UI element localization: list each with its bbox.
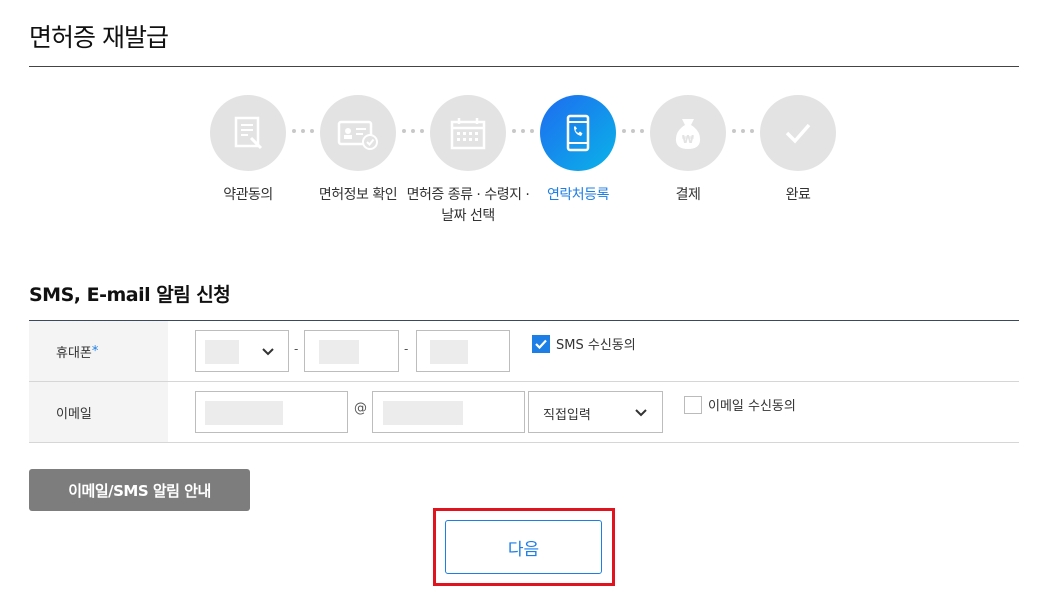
step-circle xyxy=(320,95,396,171)
step-label: 면허정보 확인 xyxy=(318,187,398,203)
sms-consent-label: SMS 수신동의 xyxy=(556,338,636,353)
phone-row: 휴대폰 * - - SMS 수신동의 xyxy=(29,321,1019,382)
email-domain-input[interactable] xyxy=(372,391,525,433)
email-label-cell: 이메일 xyxy=(29,382,168,442)
step-contact-registration: 연락처등록 xyxy=(518,95,638,206)
value-placeholder xyxy=(205,401,283,425)
step-label: 연락처등록 xyxy=(547,187,609,203)
step-terms-agreement: 약관동의 xyxy=(188,95,308,206)
phone-middle-input[interactable] xyxy=(304,330,399,372)
email-at-sign: @ xyxy=(354,401,367,416)
title-divider xyxy=(29,66,1019,67)
email-sms-notice-button[interactable]: 이메일/SMS 알림 안내 xyxy=(29,469,250,511)
next-button[interactable]: 다음 xyxy=(445,520,602,574)
calendar-icon xyxy=(450,118,486,150)
phone-last-input[interactable] xyxy=(416,330,510,372)
step-circle xyxy=(540,95,616,171)
page-title: 면허증 재발급 xyxy=(29,23,169,52)
chevron-down-icon xyxy=(635,409,647,417)
step-label: 결제 xyxy=(675,187,701,203)
phone-input-cell: - - SMS 수신동의 xyxy=(168,321,1019,381)
phone-separator: - xyxy=(404,342,409,356)
step-complete: 완료 xyxy=(738,95,858,206)
progress-steps: 약관동의 면허정보 확인 면허증 종류 · 수령지 · 날짜 선택 연락처등록 … xyxy=(0,95,1058,235)
notification-form: 휴대폰 * - - SMS 수신동의 이메일 @ 직접입력 이메일 수신동의 xyxy=(29,320,1019,443)
phone-prefix-select[interactable] xyxy=(195,330,289,372)
value-placeholder xyxy=(383,401,463,425)
won-money-bag-icon: ₩ xyxy=(675,119,701,149)
checkbox-checked-icon xyxy=(532,334,550,353)
email-label: 이메일 xyxy=(56,406,92,422)
id-card-check-icon xyxy=(337,120,378,150)
phone-label: 휴대폰 xyxy=(56,345,92,361)
email-domain-select[interactable]: 직접입력 xyxy=(528,391,663,433)
step-payment: ₩ 결제 xyxy=(628,95,748,206)
step-circle xyxy=(430,95,506,171)
required-mark: * xyxy=(91,343,99,359)
sms-consent-checkbox[interactable]: SMS 수신동의 xyxy=(532,334,636,353)
step-label: 완료 xyxy=(785,187,811,203)
step-type-place-date: 면허증 종류 · 수령지 · 날짜 선택 xyxy=(407,95,530,227)
check-icon xyxy=(785,123,811,144)
section-title: SMS, E-mail 알림 신청 xyxy=(29,284,231,306)
value-placeholder xyxy=(430,340,468,364)
email-id-input[interactable] xyxy=(195,391,348,433)
step-circle: ₩ xyxy=(650,95,726,171)
email-input-cell: @ 직접입력 이메일 수신동의 xyxy=(168,382,1019,442)
email-consent-checkbox[interactable]: 이메일 수신동의 xyxy=(684,395,796,414)
checkbox-unchecked-icon xyxy=(684,395,702,414)
phone-label-cell: 휴대폰 * xyxy=(29,321,168,381)
step-license-info: 면허정보 확인 xyxy=(298,95,418,206)
value-placeholder xyxy=(205,340,239,364)
step-label: 면허증 종류 · 수령지 · 날짜 선택 xyxy=(406,187,530,224)
svg-text:₩: ₩ xyxy=(682,133,694,146)
step-circle xyxy=(210,95,286,171)
chevron-down-icon xyxy=(262,348,274,356)
email-row: 이메일 @ 직접입력 이메일 수신동의 xyxy=(29,382,1019,443)
step-label: 약관동의 xyxy=(223,187,273,203)
phone-separator: - xyxy=(294,342,299,356)
step-circle xyxy=(760,95,836,171)
mobile-phone-icon xyxy=(566,114,590,152)
domain-select-value: 직접입력 xyxy=(543,408,591,423)
value-placeholder xyxy=(319,340,359,364)
document-edit-icon xyxy=(234,116,263,150)
email-consent-label: 이메일 수신동의 xyxy=(708,399,796,414)
